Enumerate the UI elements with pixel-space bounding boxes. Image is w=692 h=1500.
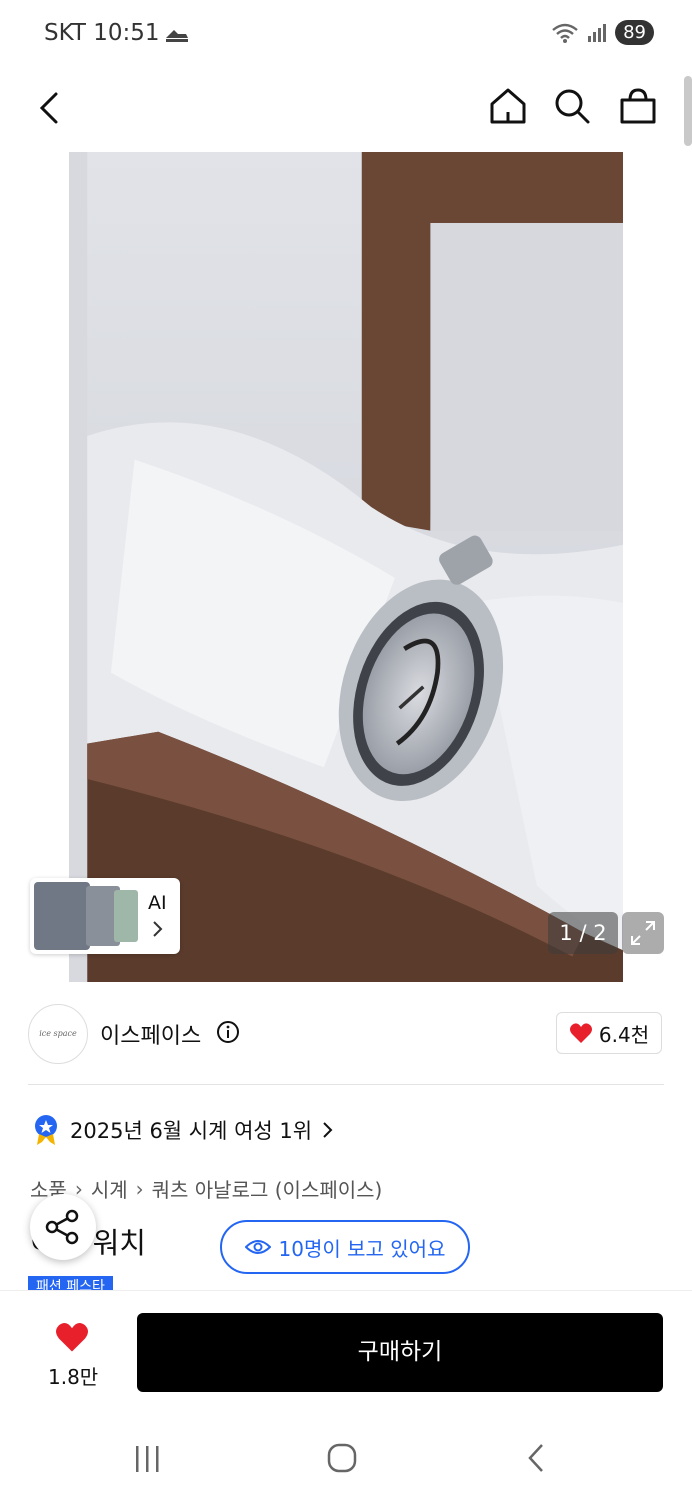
status-bar: SKT 10:51 89 — [0, 0, 692, 70]
chevron-right-icon — [153, 921, 163, 937]
seller-like-button[interactable]: 6.4천 — [556, 1012, 662, 1054]
top-navigation — [0, 70, 692, 148]
seller-logo[interactable]: ice space — [28, 1004, 88, 1064]
divider — [28, 1084, 664, 1085]
chevron-right-icon: › — [135, 1176, 144, 1201]
breadcrumb-item[interactable]: 시계 — [91, 1174, 128, 1203]
ranking-text: 2025년 6월 시계 여성 1위 — [70, 1119, 313, 1143]
back-icon[interactable] — [34, 88, 68, 128]
watch-photo — [87, 152, 623, 982]
heart-icon — [569, 1023, 592, 1043]
info-icon[interactable] — [216, 1020, 240, 1044]
thumbnail-image[interactable] — [34, 882, 90, 950]
thumbnail-image[interactable] — [114, 890, 138, 942]
wishlist-count: 1.8만 — [48, 1365, 99, 1389]
product-image[interactable] — [69, 152, 623, 982]
seller-name[interactable]: 이스페이스 — [100, 1018, 201, 1050]
ranking-link[interactable]: 2025년 6월 시계 여성 1위 — [32, 1114, 334, 1146]
battery-indicator: 89 — [615, 20, 654, 45]
expand-button[interactable] — [622, 912, 664, 954]
ai-thumbnail-strip[interactable]: AI — [30, 878, 180, 954]
wifi-icon — [552, 23, 578, 43]
system-navigation-bar — [0, 1410, 692, 1500]
signal-icon — [588, 23, 607, 42]
viewers-text: 10명이 보고 있어요 — [278, 1236, 446, 1261]
breadcrumb-item[interactable]: 쿼츠 아날로그 (이스페이스) — [152, 1174, 383, 1203]
eye-icon — [244, 1240, 271, 1254]
seller-like-count: 6.4천 — [598, 1022, 650, 1047]
chevron-right-icon — [323, 1122, 333, 1138]
status-carrier-time: SKT 10:51 — [44, 20, 160, 46]
buy-button[interactable]: 구매하기 — [137, 1313, 663, 1392]
scrollbar[interactable] — [684, 76, 692, 146]
recent-apps-icon[interactable] — [132, 1444, 164, 1474]
image-pager: 1 / 2 — [548, 912, 618, 954]
home-circle-icon[interactable] — [326, 1442, 358, 1474]
ranking-medal-icon — [35, 1115, 57, 1145]
shoe-icon — [166, 30, 188, 42]
ai-label: AI — [148, 892, 167, 914]
expand-icon — [631, 921, 655, 945]
share-button[interactable] — [30, 1194, 96, 1260]
cart-icon[interactable] — [616, 84, 660, 128]
wishlist-heart-icon[interactable] — [54, 1321, 90, 1353]
bottom-action-bar: 1.8만 구매하기 — [0, 1290, 692, 1411]
system-back-icon[interactable] — [524, 1442, 548, 1474]
search-icon[interactable] — [550, 84, 594, 128]
seller-row[interactable]: ice space 이스페이스 6.4천 — [0, 982, 692, 1082]
home-icon[interactable] — [486, 84, 530, 128]
viewers-badge: 10명이 보고 있어요 — [220, 1220, 470, 1274]
share-icon — [45, 1209, 79, 1245]
